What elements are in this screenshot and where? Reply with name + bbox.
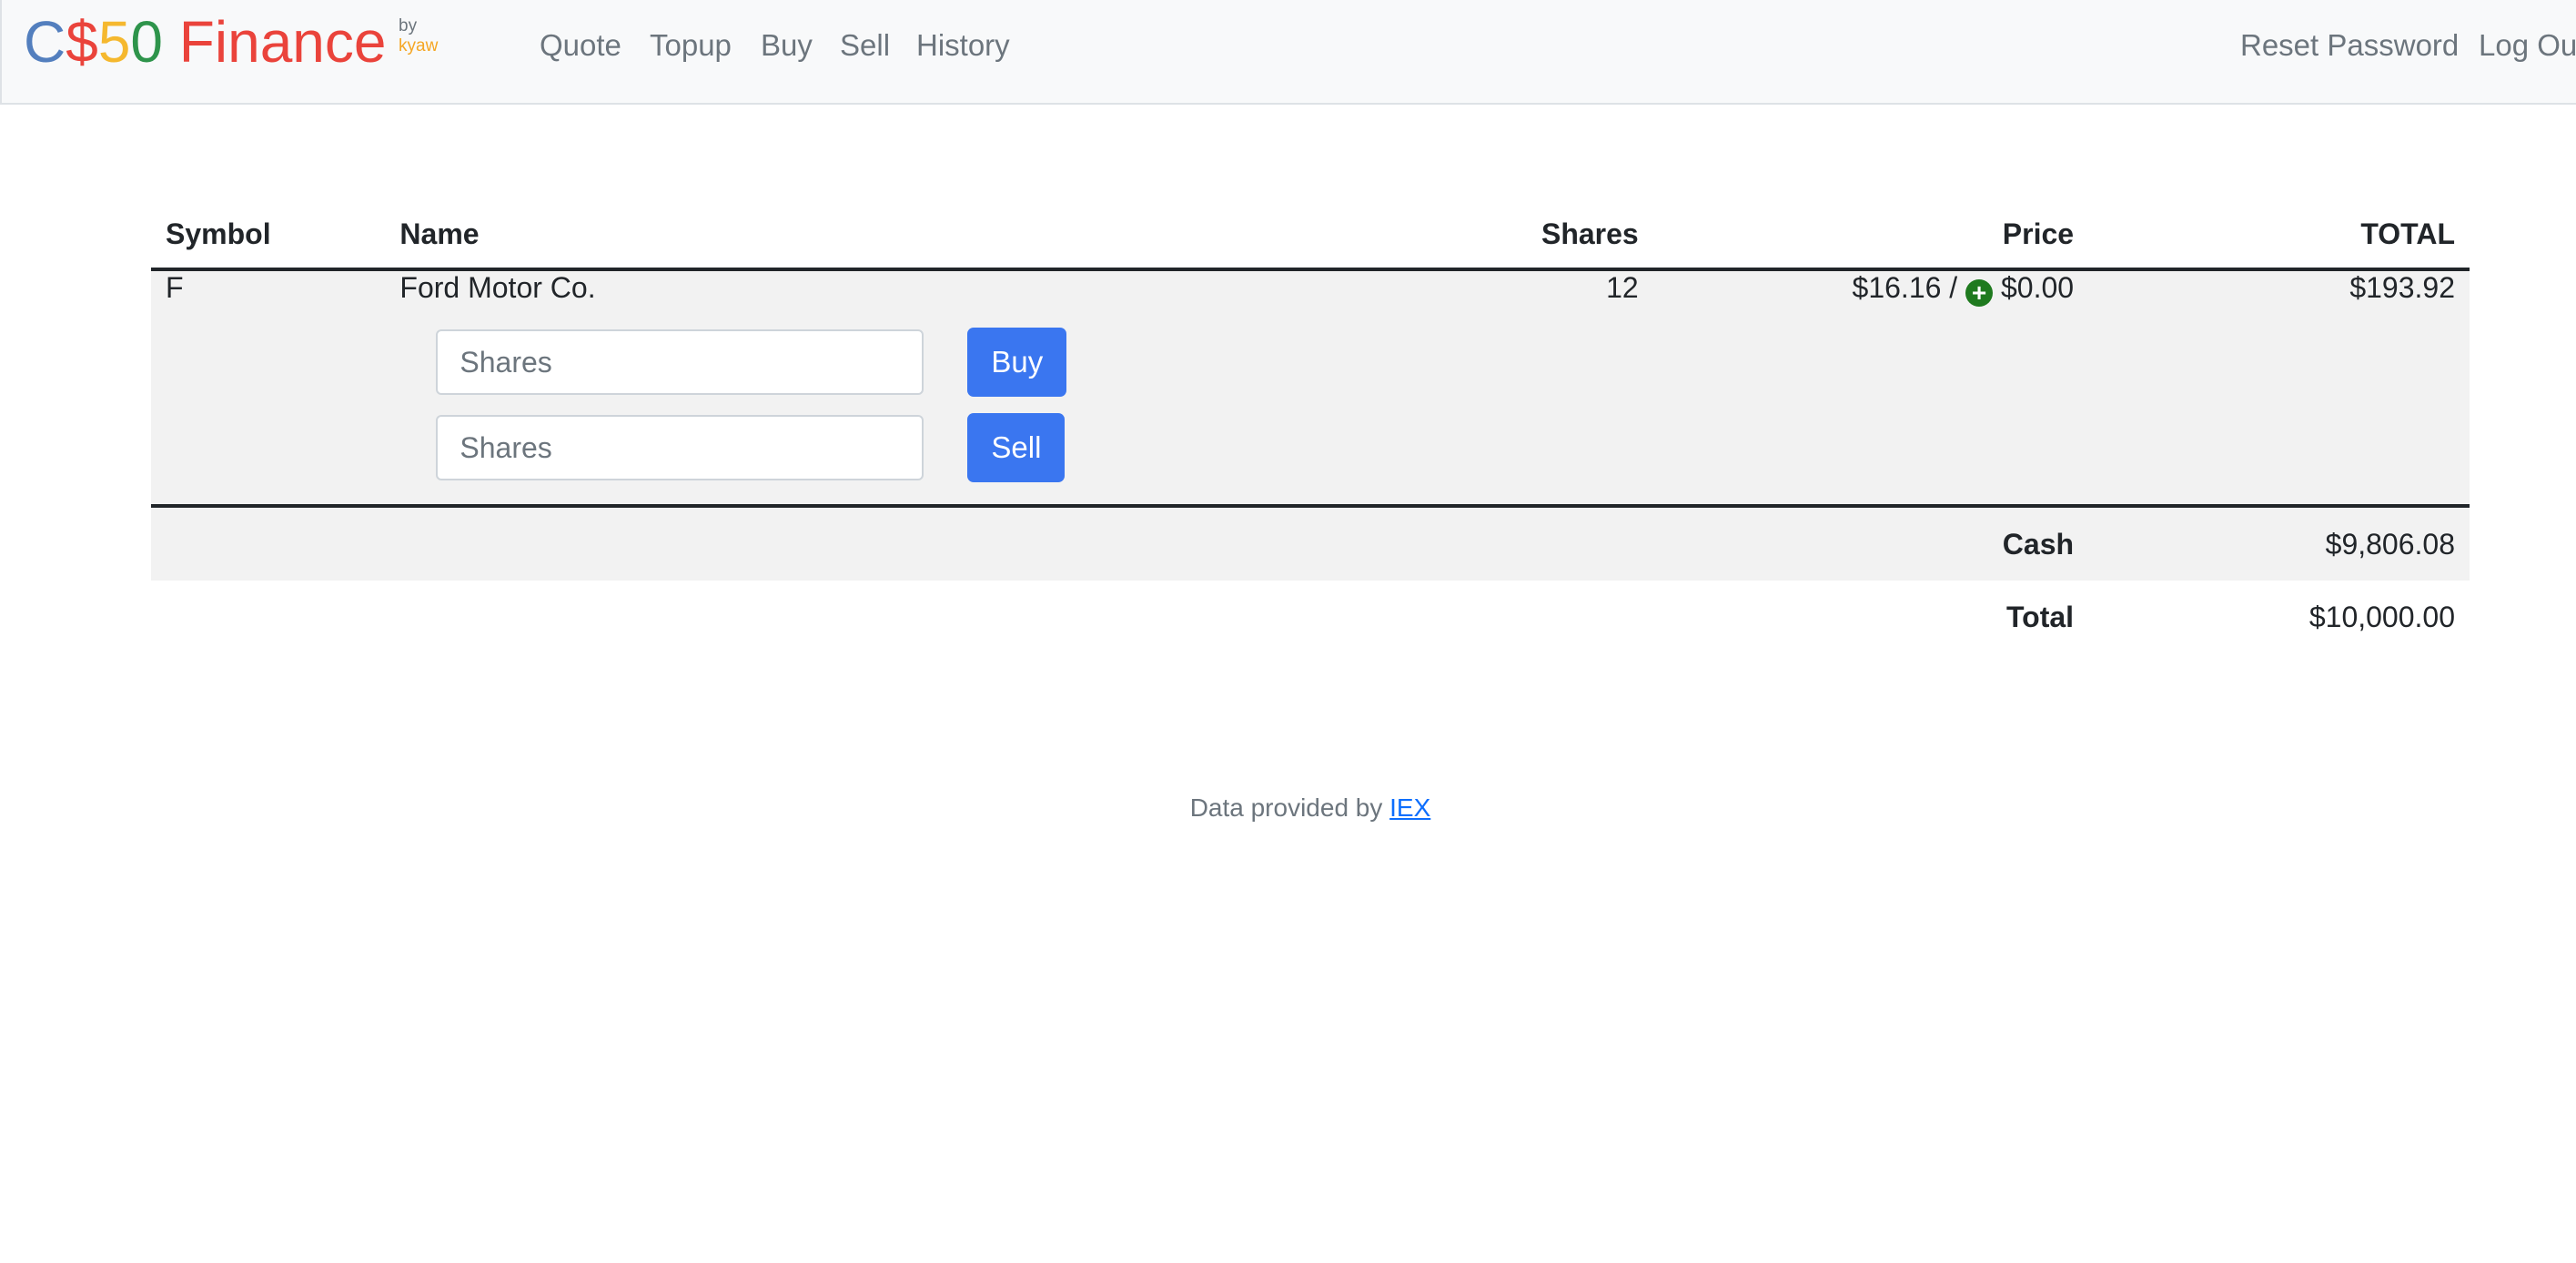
stock-price-cell: $16.16 / + $0.00 [1652,269,2089,328]
buy-shares-input[interactable] [436,329,924,395]
total-value: $10,000.00 [2088,581,2470,653]
nav-history[interactable]: History [916,25,1010,66]
header-price: Price [1652,200,2089,271]
sell-button[interactable]: Sell [967,413,1066,482]
footer-text: Data provided by [1189,793,1383,822]
brand-logo[interactable]: C$50 Finance [24,5,386,78]
stock-name: Ford Motor Co. [385,269,1527,328]
portfolio-table: Symbol Name Shares Price TOTAL F Ford Mo… [151,200,2470,653]
brand-letter-dollar: $ [66,9,98,75]
header-total: TOTAL [2088,200,2470,271]
price-separator: / [1949,271,1958,304]
trade-forms: Buy Sell [385,328,2470,508]
header-shares: Shares [1526,200,1653,271]
stock-shares: 12 [1526,269,1653,328]
trade-row: Buy Sell [151,328,2470,508]
stock-change: $0.00 [2000,271,2075,304]
header-symbol: Symbol [151,200,386,271]
brand-letter-5: 5 [97,9,131,75]
header-name: Name [385,200,1527,271]
buy-form: Buy [436,328,2455,397]
nav-topup[interactable]: Topup [650,25,732,66]
total-label: Total [1652,581,2089,653]
total-row: Total $10,000.00 [151,581,2470,653]
table-header-row: Symbol Name Shares Price TOTAL [151,200,2470,271]
sell-shares-input[interactable] [436,415,924,480]
footer-iex-link[interactable]: IEX [1389,793,1430,822]
cash-value: $9,806.08 [2088,506,2470,581]
stock-total: $193.92 [2088,269,2470,328]
cash-label: Cash [1652,506,2089,581]
footer: Data provided by IEX [0,793,2576,823]
nav-sell[interactable]: Sell [840,25,890,66]
brand-letter-c: C [24,9,66,75]
nav-quote[interactable]: Quote [540,25,621,66]
brand-author: kyaw [399,36,439,56]
buy-button[interactable]: Buy [967,328,1067,397]
stock-price: $16.16 [1852,271,1942,304]
navbar: C$50 Finance by kyaw Quote Topup Buy Sel… [0,0,2576,105]
stock-symbol: F [151,269,386,328]
nav-log-out[interactable]: Log Out [2479,25,2576,66]
brand-suffix: Finance [178,9,387,75]
plus-circle-icon: + [1965,279,1994,307]
cash-row: Cash $9,806.08 [151,506,2470,581]
nav-reset-password[interactable]: Reset Password [2240,25,2459,66]
nav-buy[interactable]: Buy [761,25,813,66]
table-row: F Ford Motor Co. 12 $16.16 / + $0.00 $19… [151,269,2470,328]
brand-by: by [399,16,418,35]
sell-form: Sell [436,413,2455,482]
brand-letter-0: 0 [130,9,163,75]
brand-byline: by kyaw [399,16,438,56]
